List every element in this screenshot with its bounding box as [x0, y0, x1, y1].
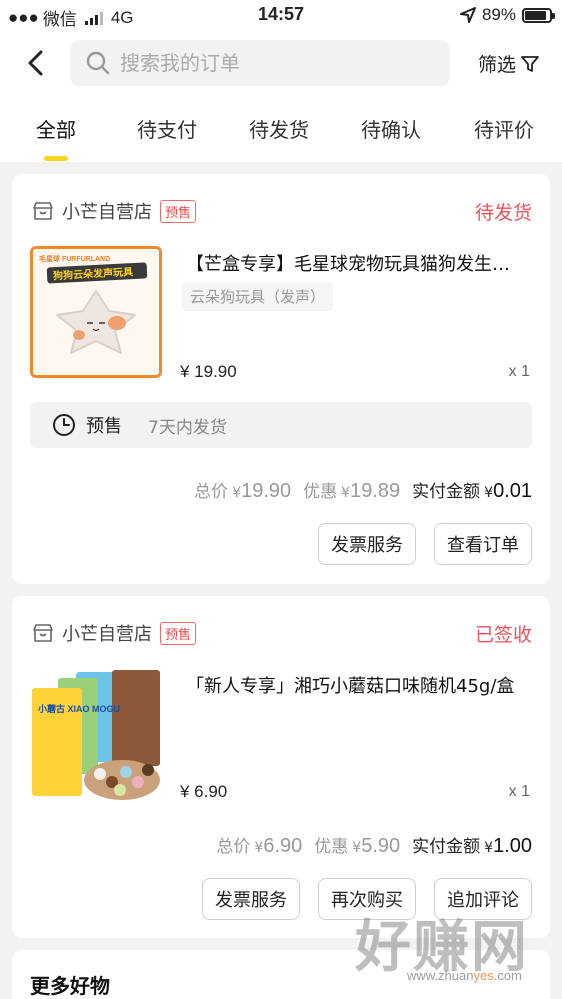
image-brand-text: 小蘑古 XIAO MOGU — [37, 703, 120, 714]
product-quantity: x 1 — [508, 363, 530, 380]
search-input[interactable] — [120, 51, 420, 75]
invoice-button[interactable]: 发票服务 — [202, 878, 300, 920]
battery-percent: 89% — [481, 5, 516, 24]
store-name: 小芒自营店 — [62, 624, 152, 645]
presale-badge: 预售 — [160, 199, 197, 223]
discount-label: 优惠 — [314, 837, 349, 857]
tab-pending-confirm[interactable]: 待确认 — [361, 114, 421, 143]
total-label: 总价 — [194, 482, 229, 502]
location-icon — [459, 7, 476, 23]
add-review-button[interactable]: 追加评论 — [434, 878, 532, 920]
tab-pending-review[interactable]: 待评价 — [474, 114, 534, 143]
total-label: 总价 — [216, 837, 251, 857]
battery-icon — [522, 7, 555, 23]
search-icon — [86, 51, 110, 75]
order-status: 已签收 — [474, 624, 532, 646]
tab-pending-payment[interactable]: 待支付 — [137, 114, 197, 143]
more-goods-title: 更多好物 — [30, 974, 110, 998]
view-order-button[interactable]: 查看订单 — [434, 523, 532, 565]
store-info[interactable]: 小芒自营店 预售 — [32, 198, 197, 224]
order-card[interactable]: 小芒自营店 预售 已签收 小蘑古 XIAO MOGU 「新人专享」湘巧小蘑菇口味… — [12, 596, 550, 938]
product-title[interactable]: 【芒盒专享】毛星球宠物玩具猫狗发生… — [186, 250, 536, 276]
order-totals: 总价 ¥6.90 优惠 ¥5.90 实付金额 ¥1.00 — [216, 832, 532, 858]
store-icon — [33, 624, 53, 642]
status-bar: ●●● 微信 4G 14:57 89% — [0, 0, 562, 30]
presale-note: 7天内发货 — [148, 417, 227, 438]
discount-label: 优惠 — [303, 482, 338, 502]
filter-button[interactable]: 筛选 — [478, 50, 540, 77]
header: 筛选 全部 待支付 待发货 待确认 待评价 — [0, 30, 562, 162]
filter-icon — [521, 55, 539, 72]
clock-icon — [53, 414, 75, 436]
paid-label: 实付金额 — [412, 482, 481, 502]
product-spec: 云朵狗玩具（发声） — [182, 282, 334, 311]
search-bar[interactable] — [70, 40, 450, 86]
product-image[interactable]: 小蘑古 XIAO MOGU — [30, 668, 162, 800]
presale-label: 预售 — [86, 416, 122, 437]
status-right: 89% — [459, 5, 555, 25]
order-card[interactable]: 小芒自营店 预售 待发货 毛星球 FURFURLAND 狗狗云朵发声玩具 【芒盒… — [12, 174, 550, 584]
paid-label: 实付金额 — [412, 837, 481, 857]
buy-again-button[interactable]: 再次购买 — [318, 878, 416, 920]
invoice-button[interactable]: 发票服务 — [318, 523, 416, 565]
order-actions: 发票服务 查看订单 — [318, 523, 532, 565]
product-price: ¥ 19.90 — [180, 362, 237, 381]
plush-toy-image: 毛星球 FURFURLAND 狗狗云朵发声玩具 — [33, 249, 159, 375]
product-title[interactable]: 「新人专享」湘巧小蘑菇口味随机45g/盒 — [186, 672, 536, 698]
store-info[interactable]: 小芒自营店 预售 — [32, 620, 197, 646]
product-price: ¥ 6.90 — [180, 782, 228, 801]
order-tabs: 全部 待支付 待发货 待确认 待评价 — [0, 106, 562, 162]
filter-label: 筛选 — [477, 54, 516, 76]
order-status: 待发货 — [474, 202, 532, 224]
discount-value: 19.89 — [350, 480, 401, 502]
presale-badge: 预售 — [160, 621, 197, 645]
more-goods-section: 更多好物 — [12, 950, 550, 999]
discount-value: 5.90 — [361, 835, 401, 857]
product-image[interactable]: 毛星球 FURFURLAND 狗狗云朵发声玩具 — [30, 246, 162, 378]
tab-all[interactable]: 全部 — [36, 114, 76, 143]
paid-value: 1.00 — [493, 835, 532, 857]
active-tab-indicator — [44, 156, 68, 161]
total-value: 19.90 — [241, 480, 292, 502]
back-arrow-icon[interactable] — [22, 48, 50, 78]
order-actions: 发票服务 再次购买 追加评论 — [202, 878, 532, 920]
image-brand-text: 毛星球 FURFURLAND — [39, 254, 110, 263]
store-icon — [33, 202, 53, 220]
snack-boxes-image: 小蘑古 XIAO MOGU — [30, 668, 162, 800]
total-value: 6.90 — [263, 835, 303, 857]
store-name: 小芒自营店 — [62, 202, 152, 223]
presale-info: 预售 7天内发货 — [30, 402, 532, 448]
paid-value: 0.01 — [493, 480, 532, 502]
order-totals: 总价 ¥19.90 优惠 ¥19.89 实付金额 ¥0.01 — [194, 477, 532, 503]
product-quantity: x 1 — [508, 783, 530, 800]
tab-pending-shipment[interactable]: 待发货 — [249, 114, 309, 143]
